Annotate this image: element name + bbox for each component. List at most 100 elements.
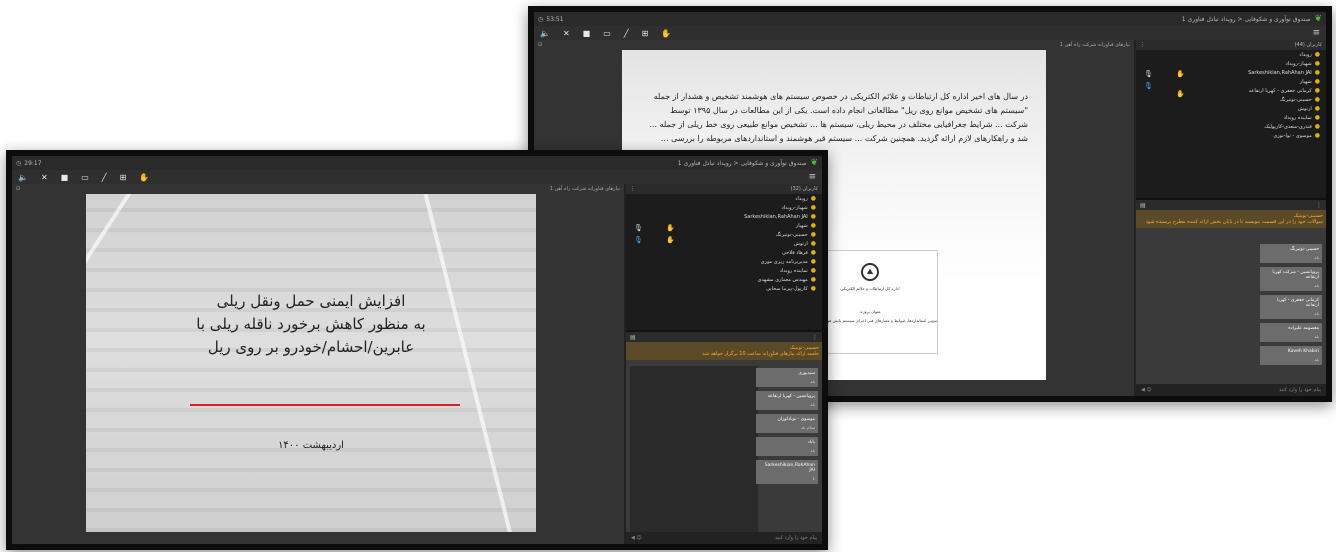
speaker-icon[interactable]: 🔈: [18, 173, 28, 182]
chat-input-bar: ◀ ☺ پیام خود را وارد کنید: [626, 532, 822, 544]
more-icon[interactable]: ⋮: [812, 334, 818, 341]
user-item[interactable]: مهندس معماری مشهدی ●: [626, 275, 822, 284]
user-icon: ●: [1314, 105, 1320, 112]
mic-icon: 🎙: [634, 224, 643, 232]
user-icon: ●: [810, 267, 816, 274]
hand-icon: ✋: [1176, 90, 1185, 98]
presentation-header: نیازهای فناورانه شرکت راه آهن 1 ⊡: [538, 42, 1130, 48]
presentation-slide: افزایش ایمنی حمل ونقل ریلی به منظور کاهش…: [86, 194, 536, 532]
user-icon: ●: [1314, 123, 1320, 130]
chat-message: یاباد بله: [756, 437, 818, 456]
leaf-logo-icon: ❦: [1314, 14, 1322, 24]
chat-panel: ▤ ⋮ حسینی-نوبنیک جلسه ارائه نیازهای فناو…: [626, 332, 822, 544]
session-title: ❦ صندوق نوآوری و شکوفایی < رویداد تبادل …: [1181, 14, 1322, 24]
chat-message: موسوی - نوبادلوزان سلام بله: [756, 414, 818, 433]
user-item[interactable]: شهباز-رویداد ●: [626, 203, 822, 212]
user-item[interactable]: نماینده رویداد ●: [626, 266, 822, 275]
chat-message: پرویانشین - کهربا ارتفاعه بله: [756, 391, 818, 410]
user-item[interactable]: حسینی-نوتیرنگ ●: [1136, 95, 1326, 104]
pen-icon[interactable]: ╱: [102, 173, 107, 182]
users-panel: کاربران (44) ⋮ رویداد ● شهباز-رویداد ● Sar…: [1136, 40, 1326, 200]
user-item[interactable]: کرمانی جعفری - کهربا ارتفاعه ●: [1136, 86, 1326, 95]
chat-message: Kaveh Khabiri بله: [1260, 346, 1322, 365]
raise-hand-icon[interactable]: ✋: [139, 173, 149, 182]
user-icon: ●: [810, 195, 816, 202]
user-item[interactable]: مدیربرنامه ریزی موری ●: [626, 257, 822, 266]
mic-active-icon: 🎙: [634, 236, 643, 244]
user-item[interactable]: قندری-متعدی-کارپولیک ●: [1136, 122, 1326, 131]
screen-share-icon[interactable]: ▭: [81, 173, 89, 182]
user-item[interactable]: حسینی-نوتیرنگ ●: [626, 230, 822, 239]
mic-icon: 🎙: [1144, 70, 1153, 78]
hand-icon: ✋: [666, 236, 675, 244]
user-item[interactable]: شهباز ●: [626, 221, 822, 230]
user-icon: ●: [810, 231, 816, 238]
chat-header: ▤ ⋮: [1136, 200, 1326, 210]
users-panel: کاربران (32) ⋮ رویداد ● شهباز-رویداد ● Sar…: [626, 184, 822, 332]
hand-icon: ✋: [666, 224, 675, 232]
chat-notice: حسینی-نوبنیک سوالات خود را در این قسمت ب…: [1136, 210, 1326, 228]
user-item[interactable]: Sarkeshikian,RahAhan JAI ●: [1136, 68, 1326, 77]
presentation-panel: نیازهای فناورانه شرکت راه آهن 1 ⊡ افزایش…: [12, 184, 626, 544]
user-item[interactable]: فرهاد فلاحی ●: [626, 248, 822, 257]
chat-panel: ▤ ⋮ حسینی-نوبنیک سوالات خود را در این قس…: [1136, 200, 1326, 396]
chat-icon: ▤: [630, 333, 636, 341]
camera-icon[interactable]: ■: [61, 173, 69, 182]
message-list: حسینی-نوتیرنگ بله پرویانشین - شرکت کهربا …: [1140, 244, 1322, 384]
mic-active-icon: 🎙: [1144, 82, 1153, 90]
user-icon: ●: [1314, 132, 1320, 139]
add-icon[interactable]: ⊞: [642, 29, 649, 38]
toolbar: 🔈 ✕ ■ ▭ ╱ ⊞ ✋ ≡: [534, 26, 1326, 40]
send-icon[interactable]: ◀ ☺: [631, 535, 642, 541]
user-icon: ●: [810, 249, 816, 256]
session-timer: ◷ 53:51: [538, 15, 564, 23]
mic-off-icon[interactable]: ✕: [563, 29, 570, 38]
user-icon: ●: [1314, 51, 1320, 58]
chat-input-bar: ◀ ☺ پیام خود را وارد کنید: [1136, 384, 1326, 396]
organization-logo-icon: ⛰: [861, 263, 879, 281]
more-icon[interactable]: ⋮: [1316, 202, 1322, 209]
user-item[interactable]: نماینده رویداد ●: [1136, 113, 1326, 122]
send-icon[interactable]: ◀ ☺: [1141, 387, 1152, 393]
pen-icon[interactable]: ╱: [624, 29, 629, 38]
user-icon: ●: [1314, 87, 1320, 94]
add-icon[interactable]: ⊞: [120, 173, 127, 182]
fullscreen-icon[interactable]: ⊡: [538, 42, 542, 48]
title-bar: ◷ 53:51 ❦ صندوق نوآوری و شکوفایی < رویدا…: [534, 12, 1326, 26]
user-item[interactable]: Sarkeshikian,RahAhan JAI ●: [626, 212, 822, 221]
mic-off-icon[interactable]: ✕: [41, 173, 48, 182]
clock-icon: ◷: [16, 159, 22, 167]
raise-hand-icon[interactable]: ✋: [661, 29, 671, 38]
chat-message: کرمانی جعفری - کهربا ارتفاعه بله: [1260, 295, 1322, 319]
user-icon: ●: [1314, 60, 1320, 67]
chat-message: حسینی-نوتیرنگ بله: [1260, 244, 1322, 263]
chat-input[interactable]: پیام خود را وارد کنید: [775, 535, 817, 541]
more-icon[interactable]: ⋮: [1140, 42, 1145, 48]
message-list: [630, 366, 758, 532]
screen-share-icon[interactable]: ▭: [603, 29, 611, 38]
user-item[interactable]: موسوی - نوا-نوزی ●: [1136, 131, 1326, 140]
camera-icon[interactable]: ■: [583, 29, 591, 38]
more-icon[interactable]: ⋮: [630, 186, 635, 192]
chat-notice: حسینی-نوبنیک جلسه ارائه نیازهای فناورانه…: [626, 342, 822, 360]
user-item[interactable]: شهباز ●: [1136, 77, 1326, 86]
user-item[interactable]: رویداد ●: [626, 194, 822, 203]
user-item[interactable]: رویداد ●: [1136, 50, 1326, 59]
chat-input[interactable]: پیام خود را وارد کنید: [1279, 387, 1321, 393]
menu-icon[interactable]: ≡: [1312, 28, 1320, 38]
user-icon: ●: [810, 240, 816, 247]
user-icon: ●: [810, 285, 816, 292]
user-item[interactable]: کارپول-پیرما سحابی ●: [626, 284, 822, 293]
fullscreen-icon[interactable]: ⊡: [16, 186, 20, 192]
leaf-logo-icon: ❦: [810, 158, 818, 168]
user-item[interactable]: ارتوش ●: [1136, 104, 1326, 113]
user-icon: ●: [810, 213, 816, 220]
menu-icon[interactable]: ≡: [808, 172, 816, 182]
toolbar: 🔈 ✕ ■ ▭ ╱ ⊞ ✋ ≡: [12, 170, 822, 184]
user-item[interactable]: شهباز-رویداد ●: [1136, 59, 1326, 68]
message-column: سیدپوری بله پرویانشین - کهربا ارتفاعه بله …: [756, 368, 818, 532]
speaker-icon[interactable]: 🔈: [540, 29, 550, 38]
front-screenshot: ◷ 29:17 ❦ صندوق نوآوری و شکوفایی < رویدا…: [6, 150, 828, 550]
user-item[interactable]: ارتوش ●: [626, 239, 822, 248]
user-icon: ●: [1314, 96, 1320, 103]
